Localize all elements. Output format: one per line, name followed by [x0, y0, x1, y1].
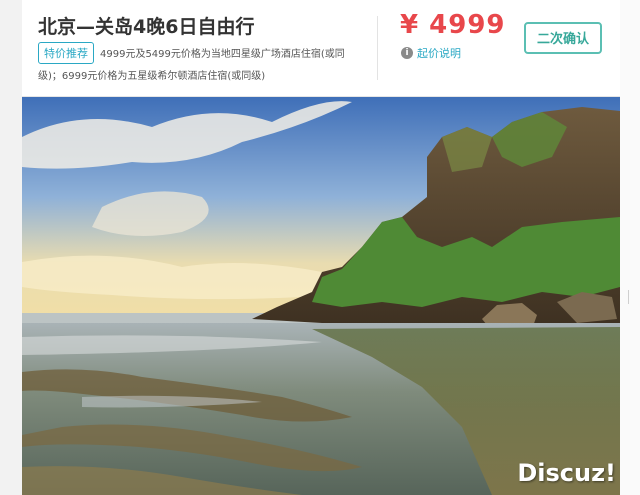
- edge-mark: [628, 290, 629, 304]
- product-card: 北京—关岛4晚6日自由行 4999元及5499元价格为当地四星级广场酒店住宿(或…: [22, 0, 620, 495]
- landscape-image: [22, 97, 620, 495]
- product-price: ¥ 4999: [400, 10, 506, 40]
- header-divider: [377, 16, 378, 80]
- product-photo: Discuz!: [22, 97, 620, 495]
- special-offer-badge: 特价推荐: [38, 42, 94, 64]
- confirm-button[interactable]: 二次确认: [524, 22, 602, 54]
- product-header: 北京—关岛4晚6日自由行 4999元及5499元价格为当地四星级广场酒店住宿(或…: [22, 0, 620, 97]
- product-title: 北京—关岛4晚6日自由行: [38, 16, 255, 38]
- discuz-watermark: Discuz!: [517, 459, 616, 487]
- info-icon: i: [401, 47, 413, 59]
- page-edge: [620, 0, 640, 495]
- price-note-link[interactable]: i 起价说明: [401, 45, 461, 61]
- price-note-label: 起价说明: [417, 47, 461, 60]
